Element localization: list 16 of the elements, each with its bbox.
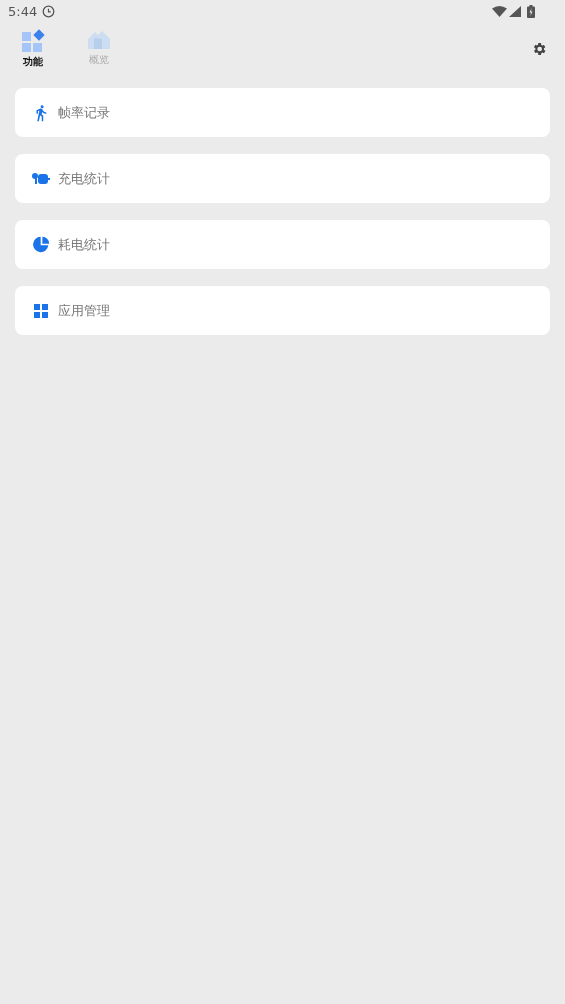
status-time: 5:44 — [8, 3, 38, 19]
menu-card[interactable]: 帧率记录 — [15, 88, 550, 137]
house-icon — [86, 29, 112, 51]
menu-card[interactable]: 耗电统计 — [15, 220, 550, 269]
signal-icon — [509, 5, 521, 17]
plug-icon — [32, 171, 50, 186]
tiles-icon — [21, 29, 45, 53]
settings-icon[interactable] — [531, 41, 547, 57]
wifi-icon — [492, 5, 507, 17]
battery-icon — [527, 4, 535, 18]
nav-tab[interactable]: 功能 — [8, 29, 58, 69]
menu-card[interactable]: 充电统计 — [15, 154, 550, 203]
grid-icon — [34, 303, 48, 318]
alarm-clock-icon — [42, 4, 56, 18]
pie-chart-icon — [32, 236, 50, 253]
menu-card[interactable]: 应用管理 — [15, 286, 550, 335]
